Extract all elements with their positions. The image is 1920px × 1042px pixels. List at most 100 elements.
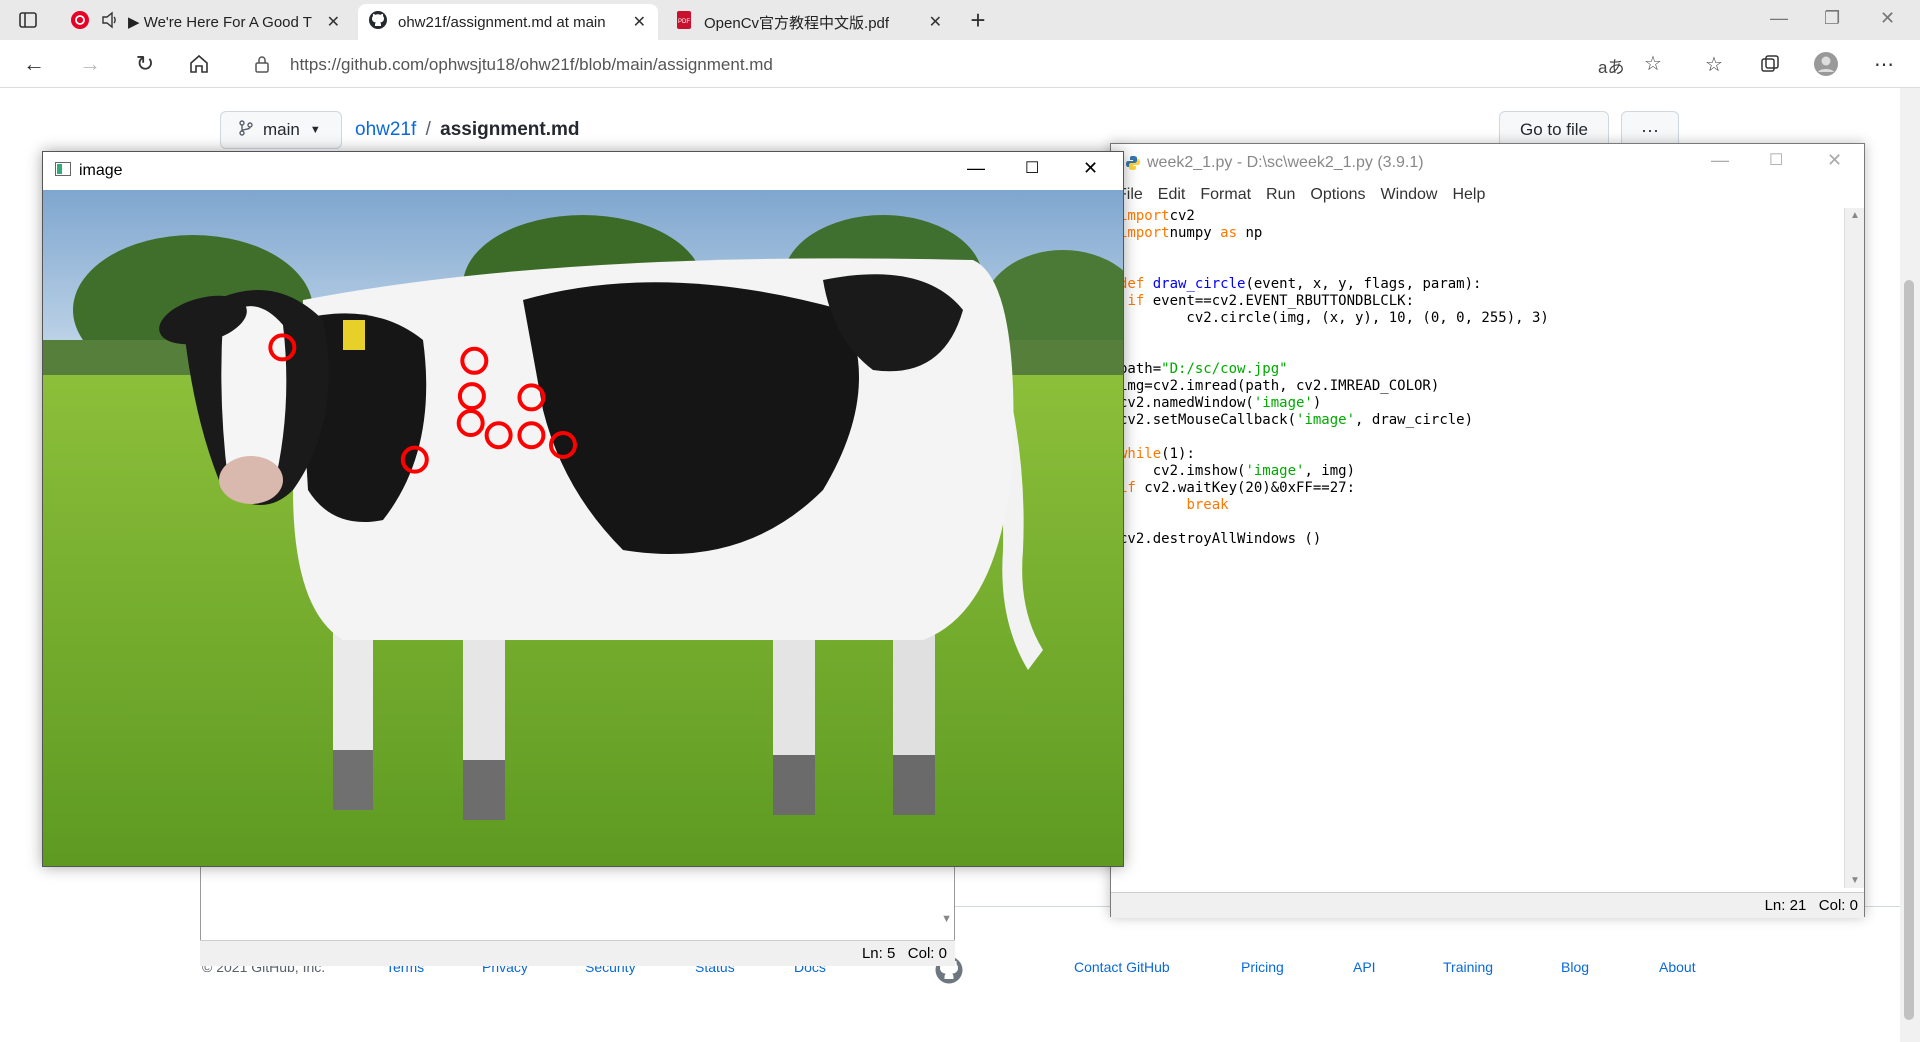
code-token: cv2.namedWindow( (1119, 395, 1254, 411)
address-bar: ← → ↻ https://github.com/ophwsjtu18/ohw2… (0, 40, 1920, 88)
code-token: img=cv2.imread(path, cv2.IMREAD_COLOR) (1119, 378, 1440, 394)
maximize-icon[interactable]: ☐ (1769, 150, 1783, 170)
footer-link-training[interactable]: Training (1443, 959, 1493, 975)
favorites-icon[interactable]: ☆ (1700, 50, 1728, 78)
minimize-icon[interactable]: — (1711, 150, 1729, 171)
tab-actions-icon[interactable] (14, 6, 42, 34)
browser-tab-bar: ▶ We're Here For A Good T ✕ ohw21f/assig… (0, 0, 1920, 40)
scroll-up-icon[interactable]: ▲ (1850, 210, 1860, 221)
collections-icon[interactable] (1756, 50, 1784, 78)
code-token: cv2.destroyAllWindows () (1119, 531, 1322, 547)
code-line: cv2.imshow('image', img) (1119, 463, 1843, 480)
maximize-icon[interactable]: ☐ (1025, 158, 1039, 178)
cv-window-title: image (79, 162, 123, 179)
editor-scrollbar[interactable]: ▲ ▼ (1844, 208, 1864, 888)
github-icon (368, 10, 388, 34)
back-icon[interactable]: ← (20, 50, 48, 78)
code-token: cv2.circle(img, (x, y), 10, (0, 0, 255),… (1119, 310, 1549, 326)
tab-music[interactable]: ▶ We're Here For A Good T ✕ (60, 4, 352, 40)
url-field[interactable]: https://github.com/ophwsjtu18/ohw21f/blo… (236, 47, 1662, 81)
idle-editor-window[interactable]: week2_1.py - D:\sc\week2_1.py (3.9.1) — … (1110, 143, 1865, 918)
code-token: cv2.imshow( (1119, 463, 1246, 479)
code-token: as (1220, 225, 1238, 241)
drawn-circle (400, 445, 429, 474)
cv-title-bar: image — ☐ ✕ (43, 152, 1123, 190)
code-line: path="D:/sc/cow.jpg" (1119, 361, 1843, 378)
forward-icon[interactable]: → (76, 50, 104, 78)
menu-options[interactable]: Options (1310, 186, 1365, 204)
minimize-icon[interactable]: — (967, 158, 985, 179)
code-line: cv2.circle(img, (x, y), 10, (0, 0, 255),… (1119, 310, 1843, 327)
close-tab-icon[interactable]: ✕ (633, 12, 646, 32)
scroll-down-icon[interactable]: ▼ (941, 913, 952, 925)
menu-help[interactable]: Help (1452, 186, 1485, 204)
code-token: 'image' (1296, 412, 1356, 428)
minimize-icon[interactable]: — (1770, 8, 1788, 29)
scroll-down-icon[interactable]: ▼ (1850, 875, 1860, 886)
branch-select[interactable]: main ▼ (220, 111, 342, 149)
code-line: cv2.destroyAllWindows () (1119, 531, 1843, 548)
tab-github[interactable]: ohw21f/assignment.md at main ✕ (358, 4, 658, 40)
tab-title: OpenCv官方教程中文版.pdf (704, 14, 890, 32)
drawn-circle (517, 421, 546, 450)
settings-more-icon[interactable]: ⋯ (1870, 50, 1898, 78)
background-editor-status: Ln: 5 Col: 0 (200, 940, 955, 966)
idle-title-bar: week2_1.py - D:\sc\week2_1.py (3.9.1) — … (1111, 144, 1864, 182)
opencv-image-window[interactable]: image — ☐ ✕ (42, 151, 1124, 867)
home-icon[interactable] (185, 50, 213, 78)
close-icon[interactable]: ✕ (1083, 158, 1098, 179)
refresh-icon[interactable]: ↻ (131, 50, 159, 78)
profile-avatar[interactable] (1812, 50, 1840, 78)
code-token: import (1119, 208, 1170, 224)
footer-link-pricing[interactable]: Pricing (1241, 959, 1284, 975)
cow-image[interactable] (43, 190, 1123, 866)
favorite-add-icon[interactable]: ☆ (1644, 51, 1662, 76)
footer-link-contact[interactable]: Contact GitHub (1074, 959, 1170, 975)
speaker-icon[interactable] (100, 10, 120, 34)
tab-pdf[interactable]: PDF OpenCv官方教程中文版.pdf ✕ (664, 4, 954, 40)
window-app-icon (55, 161, 71, 181)
netease-music-icon (70, 10, 90, 34)
idle-status-bar: Ln: 21 Col: 0 (1111, 892, 1864, 918)
close-icon[interactable]: ✕ (1827, 150, 1842, 171)
menu-edit[interactable]: Edit (1158, 186, 1186, 204)
code-line: def draw_circle(event, x, y, flags, para… (1119, 276, 1843, 293)
drawn-circle (457, 382, 486, 411)
code-line: importcv2 (1119, 208, 1843, 225)
restore-icon[interactable]: ❐ (1824, 8, 1840, 29)
new-tab-button[interactable]: + (964, 5, 992, 35)
code-line: importnumpy as np (1119, 225, 1843, 242)
close-window-icon[interactable]: ✕ (1880, 8, 1895, 29)
close-tab-icon[interactable]: ✕ (929, 12, 942, 32)
page-scrollbar-thumb[interactable] (1904, 280, 1914, 1020)
footer-link-api[interactable]: API (1353, 959, 1376, 975)
chevron-down-icon: ▼ (309, 124, 321, 136)
close-tab-icon[interactable]: ✕ (327, 12, 340, 32)
read-aloud-icon[interactable]: aあ (1598, 53, 1624, 78)
menu-window[interactable]: Window (1381, 186, 1438, 204)
drawn-circles-layer (268, 333, 578, 474)
code-token: import (1119, 225, 1170, 241)
code-token: draw_circle (1152, 276, 1246, 292)
menu-run[interactable]: Run (1266, 186, 1295, 204)
breadcrumb-repo-link[interactable]: ohw21f (355, 119, 416, 140)
drawn-circle (549, 430, 578, 459)
tab-title: ▶ We're Here For A Good T (128, 14, 312, 31)
drawn-circle (268, 333, 297, 362)
drawn-circle (517, 383, 546, 412)
footer-link-blog[interactable]: Blog (1561, 959, 1589, 975)
code-editor[interactable]: importcv2 importnumpy as np def draw_circl… (1111, 208, 1843, 888)
branch-icon (239, 119, 253, 141)
background-editor-status-text: Ln: 5 Col: 0 (861, 945, 947, 962)
code-token: break (1186, 497, 1229, 513)
footer-link-about[interactable]: About (1659, 959, 1696, 975)
breadcrumb: ohw21f / assignment.md (355, 119, 580, 141)
code-token: "D:/sc/cow.jpg" (1161, 361, 1288, 377)
code-token: path= (1119, 361, 1162, 377)
url-text: https://github.com/ophwsjtu18/ohw21f/blo… (290, 55, 773, 74)
idle-menu-bar: File Edit Format Run Options Window Help (1111, 182, 1864, 208)
menu-format[interactable]: Format (1200, 186, 1251, 204)
